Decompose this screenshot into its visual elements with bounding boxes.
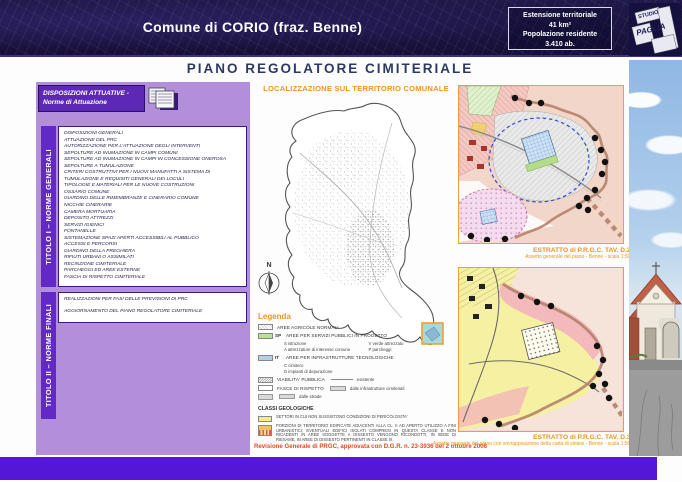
document-icon [148, 87, 178, 110]
extract-caption-d23: ESTRATTO di P.R.G.C. TAV. D.2.3 Assetto … [440, 247, 636, 260]
legend-code: SP [275, 333, 282, 339]
geology-title: CLASSI GEOLOGICHE [258, 406, 314, 412]
buffer-swatch [329, 385, 346, 391]
extract-subtitle: Assetto generale del piano - Benne - sca… [525, 254, 636, 260]
legend-item: VIABILITA' PUBBLICA esistente [258, 376, 433, 383]
yellow-red-swatch [258, 425, 272, 436]
geology-item: SETTORI IN CUI NON SUSSISTONO CONDIZIONI… [258, 413, 456, 422]
legend-label: FASCE DI RISPETTO [277, 385, 324, 391]
titolo2-bar: TITOLO II – NORME FINALI [41, 292, 56, 419]
titolo2-label: TITOLO II – NORME FINALI [44, 303, 53, 408]
norm-item: REALIZZAZIONI PER FASI DELLE PREVISIONI … [64, 297, 188, 302]
territory-info-box: Estensione territoriale 41 km² Popolazio… [508, 7, 612, 50]
legend-label: AREE PER INFRASTRUTTURE TECNOLOGICHE [286, 355, 394, 361]
sheet-title: PIANO REGOLATORE CIMITERIALE [186, 61, 474, 76]
north-label: N [266, 262, 272, 269]
legend-label: VIABILITA' PUBBLICA [277, 377, 325, 383]
yellow-swatch [258, 415, 272, 422]
buffer-swatch [279, 394, 295, 400]
disposizioni-attuative-box: DISPOSIZIONI ATTUATIVE - Norme di Attuaz… [38, 85, 145, 112]
grey-swatch [258, 393, 273, 400]
geology-item: PORZIONI DI TERRITORIO EDIFICATE ADIACEN… [258, 423, 456, 442]
extract-subtitle: Assetto generale del piano con sovrappos… [432, 441, 636, 447]
logo-shape [651, 34, 677, 54]
prgc-extract-map-d33 [458, 267, 624, 432]
legend-subitem: D impianti di depurazione [284, 368, 333, 374]
hatch-diag-swatch [258, 376, 273, 383]
legend: Legenda AREE AGRICOLE NORMALI SP AREE PER … [258, 312, 433, 402]
legend-item: dalle strade [258, 393, 433, 400]
legend-item: IT AREE PER INFRASTRUTTURE TECNOLOGICHE [258, 354, 433, 361]
extract-title: ESTRATTO di P.R.G.C. TAV. D.2.3 [533, 247, 636, 254]
legend-subitems: C cimitero D impianti di depurazione [284, 363, 433, 374]
legend-item: AREE AGRICOLE NORMALI [258, 324, 433, 330]
legend-subitems: S istruzione V verde attrezzato A attrezza… [284, 341, 433, 352]
norm-item: AGGIORNAMENTO DEL PIANO REGOLATORE CIMIT… [64, 309, 203, 315]
legend-label: AREE AGRICOLE NORMALI [277, 324, 339, 330]
norm-item: FASCIA DI RISPETTO CIMITERIALE [64, 275, 146, 281]
blue-swatch [258, 354, 273, 361]
north-arrow: N [258, 262, 280, 302]
footer-bar [0, 457, 657, 480]
prgc-extract-map-d23 [458, 85, 624, 244]
legend-label: AREE PER SERVIZI PUBBLICI IN PROGETTO [286, 333, 388, 339]
territory-extension-value: 41 km² [548, 21, 572, 29]
extract-caption-d33: ESTRATTO di P.R.G.C. TAV. D.3.3 Assetto … [430, 434, 636, 447]
population-label: Popolazione residente [522, 31, 598, 38]
titolo1-bar: TITOLO I – NORME GENERALI [41, 126, 56, 287]
titolo2-norms-list: REALIZZAZIONI PER FASI DELLE PREVISIONI … [58, 292, 247, 323]
hatch-white-swatch [258, 324, 273, 330]
territory-extension-label: Estensione territoriale [523, 12, 597, 19]
norm-item: SEPOLTURE AD INUMAZIONE IN CAMPI IN CONC… [64, 157, 226, 163]
legend-suffix: dalle strade [299, 394, 322, 400]
header-bar: Comune di CORIO (fraz. Benne) Estensione… [0, 0, 682, 57]
line-sample [330, 379, 353, 381]
legend-subitem: A attrezzature di interesse comune [284, 346, 351, 352]
municipality-title: Comune di CORIO (fraz. Benne) [142, 19, 363, 35]
localization-heading: LOCALIZZAZIONE SUL TERRITORIO COMUNALE [263, 84, 449, 93]
legend-suffix: esistente [356, 377, 375, 383]
plan-sheet: Comune di CORIO (fraz. Benne) Estensione… [0, 0, 682, 482]
legend-item: FASCE DI RISPETTO dalle infrastrutture ci… [258, 385, 433, 392]
geology-text: PORZIONI DI TERRITORIO EDIFICATE ADIACEN… [276, 423, 456, 442]
legend-subitem: P parcheggi [368, 346, 392, 352]
norm-item: CRITERI COSTRUTTIVI PER I NUOVI MANUFATT… [64, 170, 211, 182]
geological-classes: CLASSI GEOLOGICHE SETTORI IN CUI NON SUS… [258, 406, 456, 445]
cemetery-chapel-photo [628, 60, 682, 457]
legend-code: IT [275, 355, 280, 361]
population-value: 3.410 ab. [545, 40, 575, 48]
studio-paglia-logo: STUDIO PAGLIA [629, 3, 681, 56]
legend-item: SP AREE PER SERVIZI PUBBLICI IN PROGETTO [258, 332, 433, 339]
outline-swatch [258, 385, 273, 392]
legend-suffix: dalle infrastrutture cimiteriali [349, 385, 405, 391]
extract-title: ESTRATTO di P.R.G.C. TAV. D.3.3 [533, 434, 636, 441]
geology-text: SETTORI IN CUI NON SUSSISTONO CONDIZIONI… [276, 413, 408, 419]
green-swatch [258, 332, 273, 339]
legend-title: Legenda [258, 312, 291, 321]
titolo1-norms-list: DISPOSIZIONI GENERALI ATTUAZIONE DEL PRC A… [58, 126, 247, 287]
titolo1-label: TITOLO I – NORME GENERALI [44, 148, 53, 265]
